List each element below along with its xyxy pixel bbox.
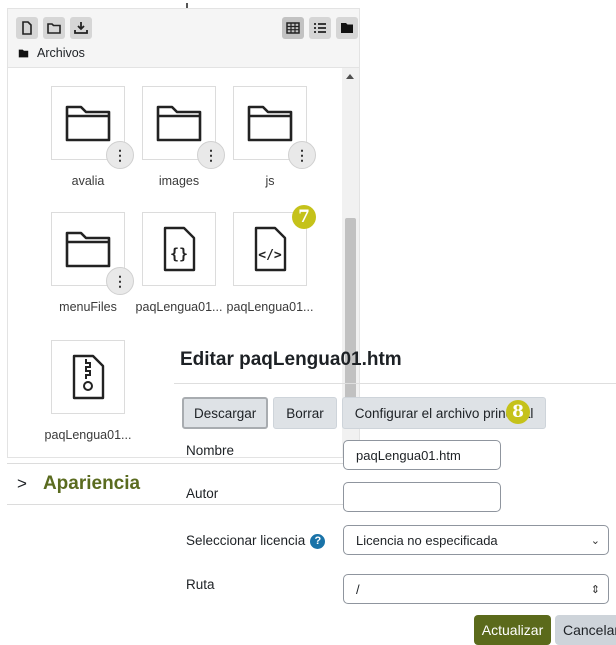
dialog-action-bar: Descargar Borrar Configurar el archivo p… [182, 397, 547, 429]
help-icon[interactable]: ? [310, 533, 326, 549]
name-field[interactable]: paqLengua01.htm [343, 440, 501, 470]
chevron-down-icon: ⌄ [590, 535, 600, 547]
cancel-button[interactable]: Cancelar [555, 615, 616, 645]
scroll-thumb[interactable] [345, 218, 356, 418]
file-thumbnail: ⋮ [51, 212, 134, 295]
apariencia-section[interactable]: > Apariencia [7, 463, 360, 505]
more-options-icon[interactable]: ⋮ [106, 141, 134, 169]
new-file-button[interactable] [16, 17, 38, 39]
dialog-divider [174, 383, 616, 384]
license-select[interactable]: Licencia no especificada ⌄ [343, 525, 609, 555]
file-thumbnail [51, 340, 125, 414]
sort-arrows-icon: ⇕ [590, 584, 600, 596]
folder-icon [65, 231, 111, 268]
tree-view-button[interactable] [336, 17, 358, 39]
list-view-button[interactable] [309, 17, 331, 39]
new-folder-icon [47, 23, 61, 34]
json-file-icon: {} [163, 226, 196, 272]
more-options-icon[interactable]: ⋮ [106, 267, 134, 295]
file-name: paqLengua01... [226, 300, 314, 314]
svg-text:{}: {} [170, 245, 188, 263]
path-label: Ruta [186, 577, 215, 592]
name-value: paqLengua01.htm [356, 447, 461, 463]
tree-view-icon [341, 23, 353, 33]
step-badge: 8 [506, 400, 530, 424]
folder-icon [247, 105, 293, 142]
chevron-right-icon: > [17, 474, 27, 493]
section-title: Apariencia [42, 473, 141, 494]
author-field[interactable] [343, 482, 501, 512]
html-file-icon: </> [254, 226, 287, 272]
file-item[interactable]: ⋮ js [222, 86, 318, 188]
file-name: paqLengua01... [44, 428, 132, 442]
file-thumbnail: {} [142, 212, 216, 286]
delete-button[interactable]: Borrar [273, 397, 337, 429]
file-item[interactable]: ⋮ avalia [40, 86, 136, 188]
license-label-text: Seleccionar licencia [186, 533, 306, 548]
folder-icon [65, 105, 111, 142]
more-options-icon[interactable]: ⋮ [288, 141, 316, 169]
file-thumbnail: ⋮ [233, 86, 316, 169]
scroll-up-icon[interactable] [346, 74, 354, 79]
more-options-icon[interactable]: ⋮ [197, 141, 225, 169]
license-value: Licencia no especificada [356, 532, 498, 548]
file-item[interactable]: {} paqLengua01... [131, 212, 227, 314]
breadcrumb[interactable]: Archivos [18, 46, 85, 60]
file-manager: Archivos ⋮ avalia ⋮ images ⋮ js ⋮ menuFi… [7, 8, 360, 458]
breadcrumb-label: Archivos [37, 46, 85, 60]
file-name: images [158, 174, 200, 188]
dialog-title: Editar paqLengua01.htm [180, 349, 402, 370]
file-thumbnail: ⋮ [51, 86, 134, 169]
folder-icon [156, 105, 202, 142]
grid-view-icon [286, 22, 300, 34]
update-button[interactable]: Actualizar [474, 615, 551, 645]
svg-text:</>: </> [258, 248, 282, 263]
file-item[interactable]: ⋮ menuFiles [40, 212, 136, 314]
file-thumbnail: ⋮ [142, 86, 225, 169]
file-name: js [265, 174, 275, 188]
list-view-icon [314, 23, 326, 33]
new-file-icon [22, 21, 32, 35]
path-select[interactable]: / ⇕ [343, 574, 609, 604]
grid-view-button[interactable] [282, 17, 304, 39]
path-value: / [356, 581, 360, 597]
download-button[interactable]: Descargar [182, 397, 269, 429]
file-name: avalia [71, 174, 105, 188]
file-item[interactable]: paqLengua01... [40, 340, 136, 442]
folder-icon [18, 49, 29, 57]
download-all-button[interactable] [70, 17, 92, 39]
file-name: menuFiles [59, 300, 117, 314]
download-icon [74, 22, 88, 34]
file-name: paqLengua01... [135, 300, 223, 314]
zip-file-icon [72, 354, 105, 400]
name-label: Nombre [186, 443, 235, 458]
step-badge: 7 [292, 205, 316, 229]
file-item[interactable]: ⋮ images [131, 86, 227, 188]
new-folder-button[interactable] [43, 17, 65, 39]
author-label: Autor [186, 486, 219, 501]
license-label: Seleccionar licencia? [186, 533, 326, 549]
